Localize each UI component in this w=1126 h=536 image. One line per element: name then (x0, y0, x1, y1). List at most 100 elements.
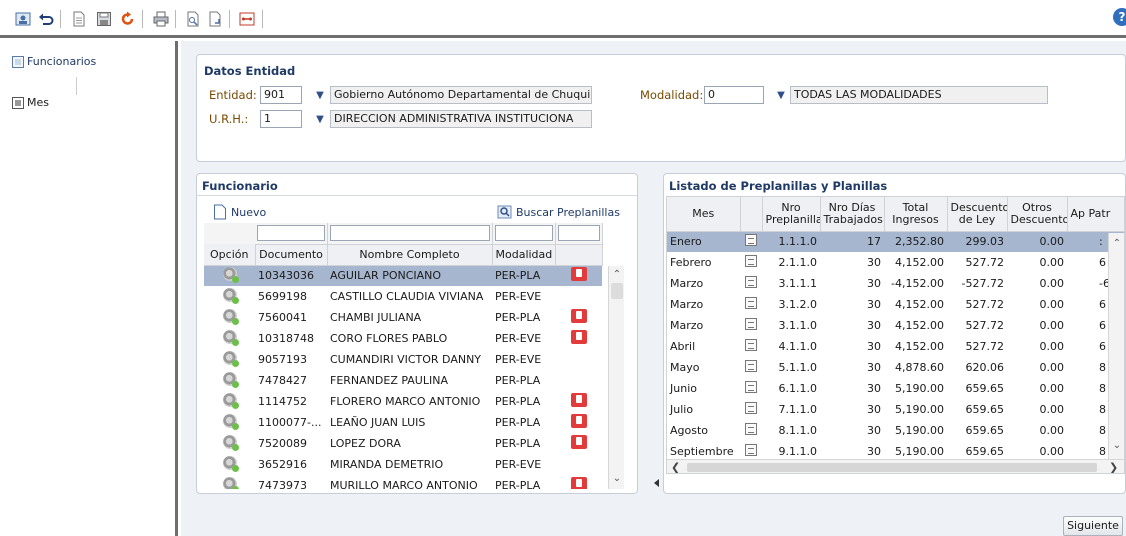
chevron-up-icon[interactable]: ⌃ (609, 268, 625, 282)
table-row[interactable]: 3652916 MIRANDA DEMETRIO PER-EVE (204, 454, 602, 475)
help-icon[interactable]: ? (1113, 8, 1126, 26)
gear-option-icon[interactable] (222, 393, 239, 409)
export-icon[interactable] (206, 10, 224, 28)
listado-vscrollbar[interactable]: ⌃ ⌄ (1108, 233, 1124, 459)
column-header[interactable]: Modalidad (492, 244, 556, 266)
thumbs-down-icon[interactable] (570, 393, 587, 407)
table-row[interactable]: Febrero 2.1.1.0 30 4,152.00 527.72 0.00 6 (667, 252, 1124, 273)
thumbs-down-icon[interactable] (570, 330, 587, 344)
gear-option-icon[interactable] (222, 330, 239, 346)
document-list-icon[interactable] (745, 423, 757, 435)
nombre-filter-input[interactable] (329, 225, 490, 242)
gear-option-icon[interactable] (222, 288, 239, 304)
document-list-icon[interactable] (745, 339, 757, 351)
table-row[interactable]: 10318748 CORO FLORES PABLO PER-EVE (204, 328, 602, 349)
thumbs-down-icon[interactable] (570, 477, 587, 489)
refresh-icon[interactable] (119, 10, 137, 28)
table-row[interactable]: 7473973 MURILLO MARCO ANTONIO PER-PLA (204, 475, 602, 489)
documento-filter-input[interactable] (257, 225, 325, 242)
undo-icon[interactable] (37, 10, 55, 28)
table-row[interactable]: Julio 7.1.1.0 30 5,190.00 659.65 0.00 8 (667, 399, 1124, 420)
chevron-left-icon[interactable]: ❮ (671, 461, 680, 473)
chevron-right-icon[interactable]: ❯ (1109, 461, 1118, 473)
table-row[interactable]: Enero 1.1.1.0 17 2,352.80 299.03 0.00: (667, 231, 1124, 252)
gear-option-icon[interactable] (222, 435, 239, 451)
sidebar-item-mes[interactable]: Mes (12, 96, 49, 109)
flag-filter-input[interactable] (557, 225, 600, 242)
gear-option-icon[interactable] (222, 351, 239, 367)
chevron-down-icon[interactable]: ▼ (313, 89, 327, 103)
thumbs-down-icon[interactable] (570, 435, 587, 449)
table-row[interactable]: 1114752 FLORERO MARCO ANTONIO PER-PLA (204, 391, 602, 412)
table-row[interactable]: 10343036 AGUILAR PONCIANO PER-PLA (204, 265, 602, 286)
urh-code-input[interactable]: 1 (260, 110, 302, 128)
thumbs-down-icon[interactable] (570, 309, 587, 323)
column-header[interactable]: Nro Días Trabajados (820, 197, 885, 232)
chevron-up-icon[interactable]: ⌃ (1109, 237, 1124, 251)
table-row[interactable]: 7478427 FERNANDEZ PAULINA PER-PLA (204, 370, 602, 391)
nro-preplanilla-cell: 3.1.2.0 (778, 298, 817, 311)
siguiente-button[interactable]: Siguiente (1063, 516, 1123, 536)
gear-option-icon[interactable] (222, 372, 239, 388)
chevron-down-icon[interactable]: ▼ (774, 89, 788, 103)
table-row[interactable]: Junio 6.1.1.0 30 5,190.00 659.65 0.00 8 (667, 378, 1124, 399)
document-list-icon[interactable] (745, 381, 757, 393)
entidad-code-input[interactable]: 901 (260, 86, 302, 104)
gear-option-icon[interactable] (222, 477, 239, 489)
column-header[interactable]: Descuentos de Ley (947, 197, 1008, 232)
table-row[interactable]: Abril 4.1.1.0 30 4,152.00 527.72 0.00 6 (667, 336, 1124, 357)
modalidad-filter-input[interactable] (494, 225, 553, 242)
column-header[interactable]: Nro Preplanilla (762, 197, 821, 232)
document-list-icon[interactable] (745, 360, 757, 372)
gear-option-icon[interactable] (222, 267, 239, 284)
document-list-icon[interactable] (745, 276, 757, 288)
user-card-icon[interactable] (14, 10, 32, 28)
column-header[interactable]: Opción (204, 244, 256, 266)
document-list-icon[interactable] (745, 255, 757, 267)
sidebar-item-funcionarios[interactable]: Funcionarios (12, 55, 96, 68)
table-row[interactable]: 1100077-... LEAÑO JUAN LUIS PER-PLA (204, 412, 602, 433)
column-header[interactable]: Total Ingresos (884, 197, 948, 232)
buscar-preplanillas-button[interactable]: Buscar Preplanillas (497, 204, 620, 220)
document-list-icon[interactable] (745, 318, 757, 330)
document-list-icon[interactable] (745, 444, 757, 456)
gear-option-icon[interactable] (222, 456, 239, 472)
chevron-down-icon[interactable]: ⌄ (609, 472, 625, 486)
nuevo-button[interactable]: Nuevo (213, 204, 266, 220)
table-row[interactable]: Marzo 3.1.2.0 30 4,152.00 527.72 0.00 6 (667, 294, 1124, 315)
listado-hscrollbar[interactable]: ❮ ❯ (667, 459, 1124, 473)
document-list-icon[interactable] (745, 402, 757, 414)
table-row[interactable]: 5699198 CASTILLO CLAUDIA VIVIANA PER-EVE (204, 286, 602, 307)
table-row[interactable]: Agosto 8.1.1.0 30 5,190.00 659.65 0.00 8 (667, 420, 1124, 441)
gear-option-icon[interactable] (222, 414, 239, 430)
print-icon[interactable] (152, 10, 170, 28)
scroll-thumb[interactable] (611, 283, 623, 299)
column-header[interactable]: Otros Descuentos (1007, 197, 1068, 232)
column-header[interactable]: Documento (255, 244, 328, 266)
thumbs-down-icon[interactable] (570, 414, 587, 428)
table-row[interactable]: Marzo 3.1.1.0 30 4,152.00 527.72 0.00 6 (667, 315, 1124, 336)
chevron-down-icon[interactable]: ⌄ (1109, 439, 1124, 453)
table-row[interactable]: 7560041 CHAMBI JULIANA PER-PLA (204, 307, 602, 328)
chevron-down-icon[interactable]: ▼ (313, 113, 327, 127)
thumbs-down-icon[interactable] (570, 267, 587, 282)
gear-option-icon[interactable] (222, 309, 239, 325)
document-list-icon[interactable] (745, 297, 757, 309)
preview-icon[interactable] (184, 10, 202, 28)
funcionario-scrollbar[interactable]: ⌃ ⌄ (608, 266, 624, 489)
scroll-thumb[interactable] (687, 463, 1097, 472)
column-header[interactable]: Mes (667, 197, 741, 232)
table-row[interactable]: 9057193 CUMANDIRI VICTOR DANNY PER-EVE (204, 349, 602, 370)
link-icon[interactable] (238, 10, 256, 28)
new-document-icon[interactable] (70, 10, 88, 28)
table-row[interactable]: 7520089 LOPEZ DORA PER-PLA (204, 433, 602, 454)
table-row[interactable]: Marzo 3.1.1.1 30 -4,152.00 -527.72 0.00 -6 (667, 273, 1124, 294)
collapse-arrow-icon[interactable] (654, 479, 659, 487)
document-list-icon[interactable] (745, 234, 757, 247)
urh-label: U.R.H.: (209, 112, 249, 126)
table-row[interactable]: Mayo 5.1.1.0 30 4,878.60 620.06 0.00 8 (667, 357, 1124, 378)
column-header[interactable]: Nombre Completo (327, 244, 493, 266)
save-icon[interactable] (95, 10, 113, 28)
modalidad-code-input[interactable]: 0 (704, 86, 764, 104)
column-header[interactable]: Ap Patr (1067, 197, 1124, 232)
